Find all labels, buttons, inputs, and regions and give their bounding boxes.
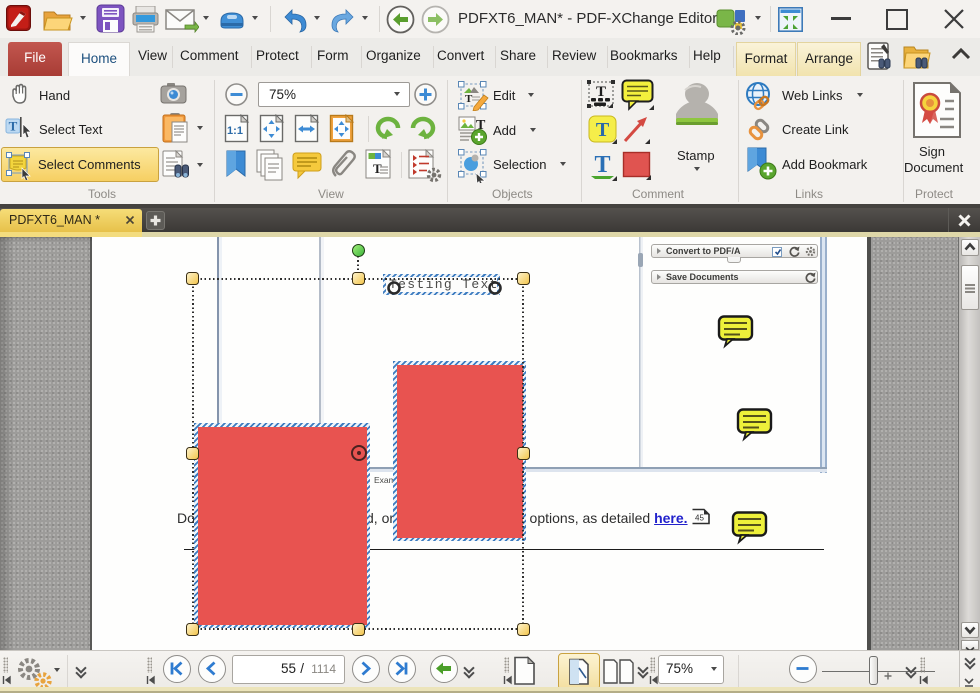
svg-text:T: T bbox=[9, 119, 18, 134]
svg-text:45: 45 bbox=[695, 514, 704, 523]
svg-text:T: T bbox=[465, 93, 473, 105]
svg-text:T: T bbox=[373, 161, 382, 176]
svg-text:T: T bbox=[594, 152, 610, 178]
svg-text:T: T bbox=[596, 84, 606, 100]
svg-text:1:1: 1:1 bbox=[227, 125, 243, 137]
svg-text:T: T bbox=[596, 119, 610, 141]
